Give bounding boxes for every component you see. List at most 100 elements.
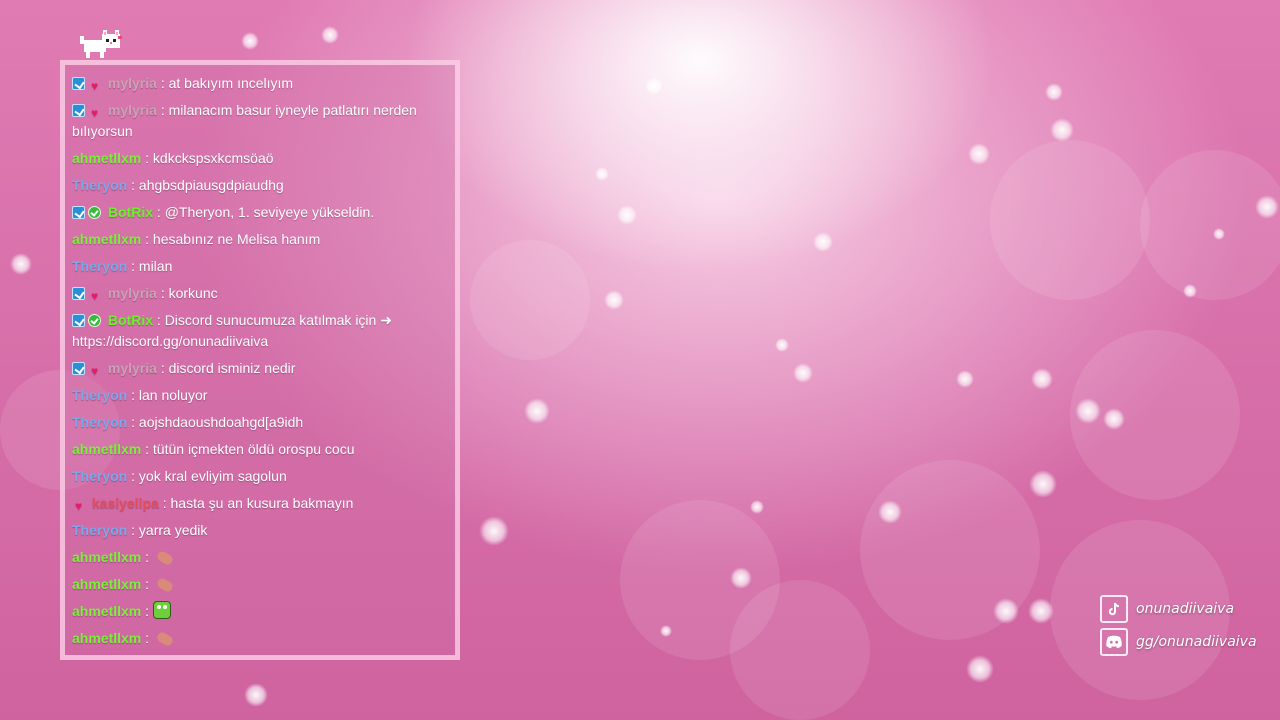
chat-message: ♥ mylyria : milanacım basur iyneyle patl… [72, 100, 448, 142]
chat-separator: : [131, 387, 136, 403]
chat-message: ♥ mylyria : discord isminiz nedir [72, 358, 448, 379]
chat-message: Theryon : milan [72, 256, 448, 277]
chat-separator: : [131, 177, 136, 193]
heart-badge-icon: ♥ [90, 364, 99, 378]
chat-text: korkunc [168, 285, 218, 301]
chat-separator: : [145, 630, 150, 646]
chat-message: ahmetllxm : [72, 574, 448, 595]
chat-username[interactable]: mylyria [108, 102, 157, 118]
chat-separator: : [162, 495, 167, 511]
chat-message: Theryon : yok kral evliyim sagolun [72, 466, 448, 487]
chat-text: at bakıyım ıncelıyım [168, 75, 294, 91]
sausage-emote-icon [155, 576, 175, 594]
tiktok-link[interactable]: onunadiivaiva [1100, 593, 1257, 624]
discord-link[interactable]: gg/onunadiivaiva [1100, 626, 1257, 657]
heart-badge-icon: ♥ [90, 289, 99, 303]
chat-message: ♥ mylyria : korkunc [72, 283, 448, 304]
chat-message-list: ♥ mylyria : at bakıyım ıncelıyım ♥ mylyr… [72, 73, 448, 655]
chat-username[interactable]: Theryon [72, 177, 127, 193]
chat-text: hasta şu an kusura bakmayın [170, 495, 354, 511]
chat-separator: : [145, 150, 150, 166]
tiktok-icon [1100, 594, 1128, 623]
sausage-emote-icon [155, 630, 175, 648]
chat-message: ♥ mylyria : at bakıyım ıncelıyım [72, 73, 448, 94]
chat-message: Theryon : lan noluyor [72, 385, 448, 406]
sausage-emote-icon [155, 549, 175, 567]
chat-separator: : [160, 102, 165, 118]
chat-message: ♥ kasiyelipa : hasta şu an kusura bakmay… [72, 493, 448, 514]
chat-message: Theryon : ahgbsdpiausgdpiaudhg [72, 175, 448, 196]
chat-username[interactable]: Theryon [72, 258, 127, 274]
chat-message: ahmetllxm : [72, 601, 448, 622]
discord-handle[interactable]: gg/onunadiivaiva [1136, 634, 1257, 650]
chat-message: ahmetllxm : [72, 628, 448, 649]
chat-text: milan [138, 258, 173, 274]
chat-text: yok kral evliyim sagolun [138, 468, 287, 484]
chat-message: ahmetllxm : [72, 547, 448, 568]
verified-badge-icon [88, 206, 101, 219]
verified-badge-icon [88, 314, 101, 327]
chat-separator: : [156, 204, 161, 220]
chat-username[interactable]: Theryon [72, 468, 127, 484]
frog-emote-icon [152, 601, 171, 619]
moderator-badge-icon [72, 287, 85, 300]
chat-message: Theryon : aojshdaoushdoahgd[a9idh [72, 412, 448, 433]
chat-separator: : [145, 603, 150, 619]
chat-text: lan noluyor [138, 387, 208, 403]
chat-username[interactable]: mylyria [108, 360, 157, 376]
chat-text: @Theryon, 1. seviyeye yükseldin. [164, 204, 375, 220]
moderator-badge-icon [72, 77, 85, 90]
chat-separator: : [160, 360, 165, 376]
chat-separator: : [131, 258, 136, 274]
chat-separator: : [145, 576, 150, 592]
chat-username[interactable]: ahmetllxm [72, 576, 141, 592]
chat-message: ahmetllxm : kdkckspsxkcmsöaö [72, 148, 448, 169]
chat-separator: : [131, 468, 136, 484]
social-links: onunadiivaiva gg/onunadiivaiva [1100, 593, 1257, 659]
moderator-badge-icon [72, 362, 85, 375]
chat-username[interactable]: Theryon [72, 522, 127, 538]
pixel-cat-icon [78, 28, 126, 62]
moderator-badge-icon [72, 104, 85, 117]
chat-separator: : [131, 522, 136, 538]
chat-separator: : [131, 414, 136, 430]
chat-username[interactable]: BotRix [108, 204, 153, 220]
chat-separator: : [145, 231, 150, 247]
chat-text: discord isminiz nedir [168, 360, 296, 376]
chat-username[interactable]: Theryon [72, 414, 127, 430]
chat-message: BotRix : @Theryon, 1. seviyeye yükseldin… [72, 202, 448, 223]
chat-username[interactable]: ahmetllxm [72, 630, 141, 646]
chat-separator: : [145, 549, 150, 565]
chat-overlay: ♥ mylyria : at bakıyım ıncelıyım ♥ mylyr… [60, 60, 460, 660]
chat-username[interactable]: BotRix [108, 312, 153, 328]
chat-username[interactable]: ahmetllxm [72, 150, 141, 166]
chat-username[interactable]: ahmetllxm [72, 549, 141, 565]
chat-text: ahgbsdpiausgdpiaudhg [138, 177, 284, 193]
chat-text: yarra yedik [138, 522, 208, 538]
discord-icon [1100, 627, 1128, 656]
chat-username[interactable]: ahmetllxm [72, 231, 141, 247]
chat-username[interactable]: ahmetllxm [72, 441, 141, 457]
heart-badge-icon: ♥ [90, 79, 99, 93]
chat-message: ahmetllxm : hesabınız ne Melisa hanım [72, 229, 448, 250]
chat-separator: : [160, 75, 165, 91]
chat-message: Theryon : yarra yedik [72, 520, 448, 541]
chat-message: ahmetllxm : tütün içmekten öldü orospu c… [72, 439, 448, 460]
chat-text: tütün içmekten öldü orospu cocu [152, 441, 355, 457]
chat-username[interactable]: mylyria [108, 285, 157, 301]
tiktok-handle[interactable]: onunadiivaiva [1136, 601, 1234, 617]
moderator-badge-icon [72, 314, 85, 327]
chat-separator: : [160, 285, 165, 301]
moderator-badge-icon [72, 206, 85, 219]
chat-separator: : [156, 312, 161, 328]
chat-message: BotRix : Discord sunucumuza katılmak içi… [72, 310, 448, 352]
chat-username[interactable]: kasiyelipa [92, 495, 159, 511]
chat-username[interactable]: mylyria [108, 75, 157, 91]
heart-badge-icon: ♥ [90, 106, 99, 120]
chat-text: aojshdaoushdoahgd[a9idh [138, 414, 304, 430]
chat-text: kdkckspsxkcmsöaö [152, 150, 274, 166]
chat-username[interactable]: Theryon [72, 387, 127, 403]
chat-separator: : [145, 441, 150, 457]
chat-username[interactable]: ahmetllxm [72, 603, 141, 619]
chat-text: hesabınız ne Melisa hanım [152, 231, 321, 247]
